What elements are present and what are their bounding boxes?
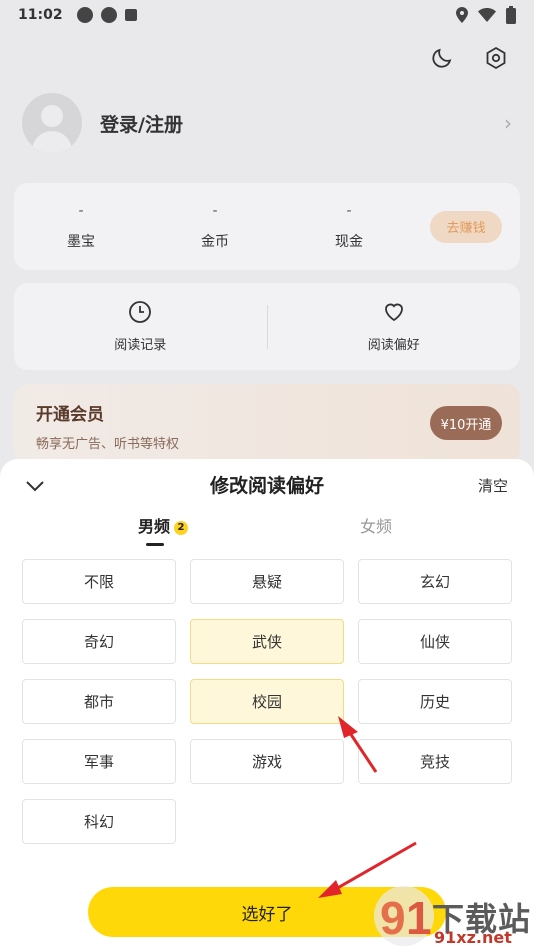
genre-option[interactable]: 都市 xyxy=(22,679,176,724)
reading-history-label: 阅读记录 xyxy=(114,338,167,353)
app-notification-icon xyxy=(124,9,137,21)
app-notification-icon xyxy=(76,7,93,23)
stat-label: 现金 xyxy=(335,233,363,250)
genre-option[interactable]: 历史 xyxy=(358,679,512,724)
status-time: 11:02 xyxy=(18,7,63,23)
reading-history-button[interactable]: 阅读记录 xyxy=(14,300,267,353)
settings-button[interactable] xyxy=(482,44,510,72)
vip-banner[interactable]: 开通会员 畅享无广告、听书等特权 ¥10开通 xyxy=(14,384,520,464)
stat-cash[interactable]: - 现金 xyxy=(282,203,416,251)
stat-value: - xyxy=(212,202,218,219)
clear-button[interactable]: 清空 xyxy=(478,475,508,496)
genre-option[interactable]: 校园 xyxy=(190,679,344,724)
moon-icon xyxy=(432,48,452,68)
watermark-url: 91xz.net xyxy=(434,928,512,947)
stat-label: 墨宝 xyxy=(67,233,95,250)
genre-option[interactable]: 科幻 xyxy=(22,799,176,844)
tab-male[interactable]: 男频 2 xyxy=(138,513,189,537)
heart-icon xyxy=(384,303,403,322)
night-mode-button[interactable] xyxy=(428,44,456,72)
tab-active-indicator xyxy=(146,543,164,546)
svg-text:9: 9 xyxy=(380,892,406,944)
reading-preference-sheet: 修改阅读偏好 清空 男频 2 女频 不限 悬疑 玄幻奇幻 武侠 仙侠都市 校园 历史军事 游戏竞… xyxy=(0,459,534,950)
sheet-header: 修改阅读偏好 清空 xyxy=(0,459,534,511)
tab-female-label: 女频 xyxy=(360,517,393,536)
genre-option[interactable]: 不限 xyxy=(22,559,176,604)
stat-mobao[interactable]: - 墨宝 xyxy=(14,203,148,251)
genre-option[interactable]: 军事 xyxy=(22,739,176,784)
selection-count-badge: 2 xyxy=(174,520,189,535)
records-card: 阅读记录 阅读偏好 xyxy=(14,283,520,370)
genre-option[interactable]: 玄幻 xyxy=(358,559,512,604)
genre-option[interactable]: 游戏 xyxy=(190,739,344,784)
stat-value: - xyxy=(346,202,352,219)
avatar xyxy=(22,93,82,153)
vip-subtitle: 畅享无广告、听书等特权 xyxy=(36,437,180,452)
genre-options-grid: 不限 悬疑 玄幻奇幻 武侠 仙侠都市 校园 历史军事 游戏 竞技科幻 xyxy=(22,559,512,844)
app-notification-icon xyxy=(100,7,117,23)
location-icon xyxy=(456,7,468,23)
gender-tabs: 男频 2 女频 xyxy=(0,513,534,549)
sheet-title: 修改阅读偏好 xyxy=(209,475,324,497)
earn-money-button[interactable]: 去赚钱 xyxy=(430,210,502,243)
vip-open-button[interactable]: ¥10开通 xyxy=(430,406,502,440)
status-bar: 11:02 xyxy=(0,0,534,30)
genre-option[interactable]: 奇幻 xyxy=(22,619,176,664)
reading-preference-label: 阅读偏好 xyxy=(367,338,420,353)
genre-option[interactable]: 仙侠 xyxy=(358,619,512,664)
reading-preference-button[interactable]: 阅读偏好 xyxy=(268,300,521,353)
stat-value: - xyxy=(78,202,84,219)
vip-title: 开通会员 xyxy=(36,405,104,425)
wifi-icon xyxy=(478,8,496,22)
chevron-right-icon: › xyxy=(504,111,512,135)
stat-label: 金币 xyxy=(201,233,229,250)
tab-female[interactable]: 女频 xyxy=(360,513,392,537)
clock-icon xyxy=(129,301,152,323)
battery-icon xyxy=(506,6,516,24)
gear-icon xyxy=(486,46,506,70)
tab-male-label: 男频 xyxy=(138,517,171,536)
stat-coins[interactable]: - 金币 xyxy=(148,203,282,251)
profile-row[interactable]: 登录/注册 › xyxy=(22,92,512,154)
genre-option[interactable]: 武侠 xyxy=(190,619,344,664)
wallet-card: - 墨宝 - 金币 - 现金 去赚钱 xyxy=(14,183,520,270)
svg-text:1: 1 xyxy=(406,892,432,944)
genre-option[interactable]: 悬疑 xyxy=(190,559,344,604)
genre-option[interactable]: 竞技 xyxy=(358,739,512,784)
login-register-link[interactable]: 登录/注册 xyxy=(100,110,183,137)
